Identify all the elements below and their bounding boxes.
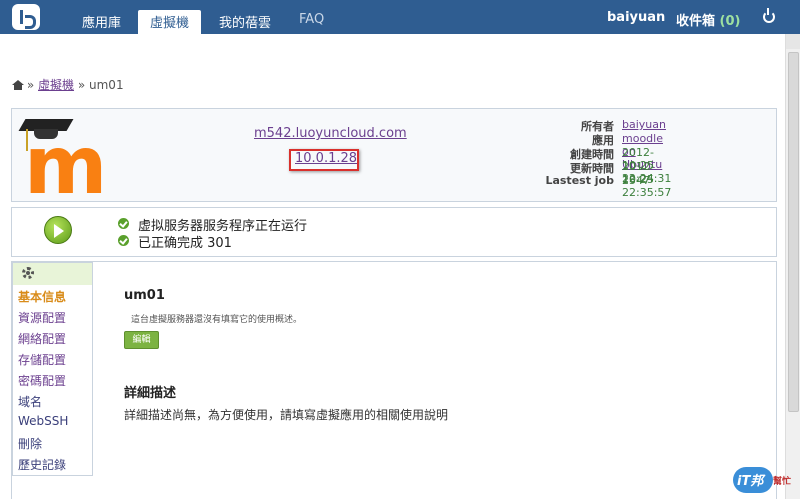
status-completed-text: 已正确完成 301	[138, 236, 232, 251]
inbox-label: 收件箱	[676, 14, 716, 29]
sidebar-item-history[interactable]: 歷史記錄	[18, 456, 66, 473]
sidebar-header	[13, 263, 92, 285]
breadcrumb-parent-link[interactable]: 虛擬機	[38, 78, 74, 92]
ithelp-watermark: iT邦 幫忙	[733, 467, 797, 495]
breadcrumb: » 虛擬機 » um01	[12, 76, 124, 93]
vm-summary-text: 這台虛擬服務器還沒有填寫它的使用概述。	[131, 315, 303, 325]
sidebar-item-webssh[interactable]: WebSSH	[18, 414, 68, 428]
check-icon	[118, 235, 129, 246]
check-icon	[118, 218, 129, 229]
moodle-logo: m	[14, 111, 107, 206]
tab-virtual-machines[interactable]: 虛擬機	[138, 10, 202, 34]
power-icon[interactable]	[763, 8, 775, 23]
vm-sidebar-menu: 基本信息 資源配置 網絡配置 存儲配置 密碼配置 域名 WebSSH 刪除 歷史…	[12, 262, 93, 476]
gear-icon	[22, 267, 34, 279]
sidebar-item-resources[interactable]: 資源配置	[18, 309, 66, 326]
moodle-m-letter: m	[24, 119, 107, 212]
inbox-count: (0)	[719, 14, 741, 29]
breadcrumb-separator: »	[77, 78, 86, 92]
breadcrumb-current: um01	[89, 78, 124, 92]
vm-ip-link[interactable]: 10.0.1.28	[295, 151, 357, 166]
tab-app-library[interactable]: 應用庫	[70, 10, 133, 34]
sidebar-item-delete[interactable]: 刪除	[18, 435, 42, 452]
home-icon[interactable]	[12, 80, 24, 90]
vm-status-panel	[11, 207, 777, 257]
watermark-text: 幫忙	[773, 477, 792, 487]
sidebar-item-domain[interactable]: 域名	[18, 393, 42, 410]
inbox-link[interactable]: 收件箱 (0)	[676, 10, 740, 29]
watermark-text: iT邦	[737, 474, 764, 489]
cap-tassel	[26, 129, 28, 151]
sidebar-item-network[interactable]: 網絡配置	[18, 330, 66, 347]
username-link[interactable]: baiyuan	[607, 10, 665, 25]
graduation-cap-base	[34, 129, 58, 139]
edit-button[interactable]: 編輯	[124, 331, 159, 349]
run-arrow-icon[interactable]	[44, 216, 72, 244]
vm-name-heading: um01	[124, 288, 165, 303]
detail-heading: 詳細描述	[124, 386, 177, 401]
latest-job-id: 2547	[622, 174, 650, 187]
top-nav-bar: 應用庫 虛擬機 我的蓓雲 FAQ baiyuan 收件箱 (0)	[0, 0, 800, 34]
owner-link[interactable]: baiyuan	[622, 118, 666, 131]
app-logo-icon[interactable]	[12, 4, 40, 30]
tab-faq[interactable]: FAQ	[287, 10, 336, 34]
detail-text: 詳細描述尚無，為方便使用，請填寫虛擬應用的相關使用說明	[124, 408, 449, 422]
sidebar-item-storage[interactable]: 存儲配置	[18, 351, 66, 368]
meta-label: Lastest job	[545, 174, 614, 187]
scroll-thumb[interactable]	[788, 52, 799, 412]
sidebar-item-basic-info[interactable]: 基本信息	[18, 288, 66, 305]
sidebar-item-password[interactable]: 密碼配置	[18, 372, 66, 389]
scroll-up-button[interactable]	[786, 34, 800, 49]
tab-my-cloud[interactable]: 我的蓓雲	[207, 10, 283, 34]
breadcrumb-separator: »	[26, 78, 35, 92]
vm-hostname-link[interactable]: m542.luoyuncloud.com	[254, 126, 407, 141]
page-scrollbar[interactable]	[785, 34, 800, 499]
